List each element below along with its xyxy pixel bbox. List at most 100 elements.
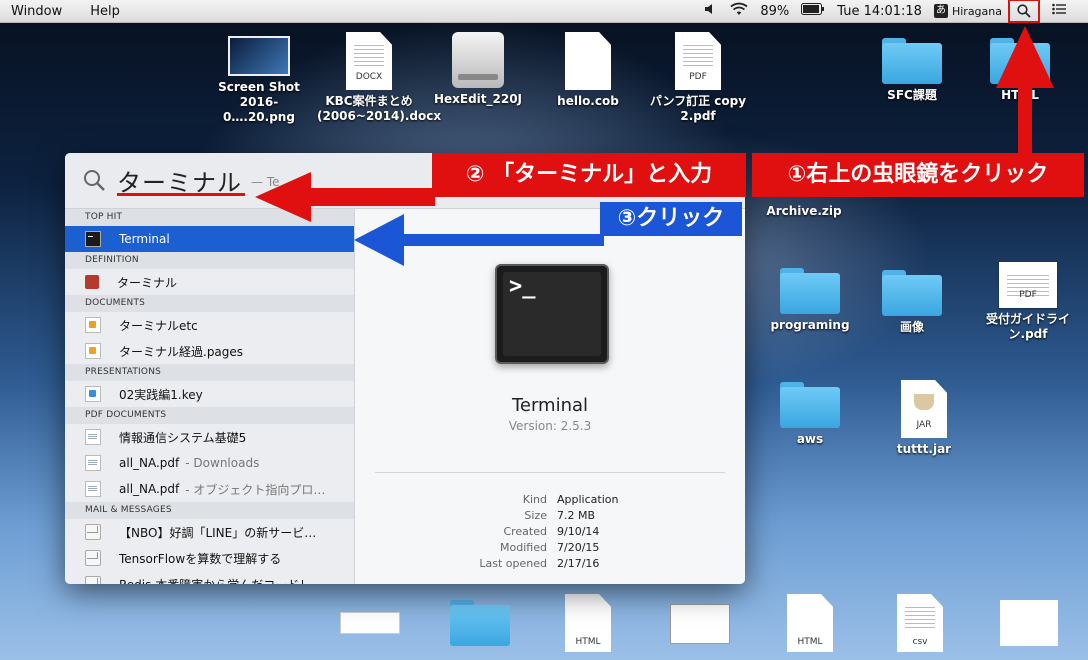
pdf-file-icon [85, 455, 101, 471]
input-badge: あ [933, 4, 948, 18]
desktop-icon-csv-file[interactable]: csv [897, 594, 943, 652]
desktop-icon-folder-bottom[interactable] [450, 600, 510, 646]
notification-center-icon[interactable] [1052, 3, 1066, 19]
mail-icon [85, 576, 101, 584]
meta-row-size: Size 7.2 MB [524, 509, 596, 522]
desktop-icon-programing-folder[interactable]: programing [758, 268, 862, 333]
result-pdf-2[interactable]: all_NA.pdf - Downloads [65, 450, 354, 476]
result-location: - オブジェクト指向プロ… [185, 482, 326, 497]
terminal-prompt: >_ [509, 274, 536, 299]
desktop-icon-guideline-pdf[interactable]: PDF 受付ガイドライン.pdf [976, 262, 1080, 342]
clock[interactable]: Tue 14:01:18 [837, 4, 922, 19]
pdf-file-icon: PDF [999, 262, 1057, 308]
preview-app-name: Terminal [511, 395, 589, 416]
folder-icon [780, 382, 840, 428]
wifi-icon[interactable] [730, 2, 748, 20]
pages-file-icon [85, 343, 101, 359]
meta-row-created: Created 9/10/14 [503, 525, 600, 538]
search-icon [83, 169, 105, 194]
desktop-icon-images-folder[interactable]: 画像 [860, 270, 964, 335]
desktop-icon-label: tuttt.jar [896, 442, 952, 456]
result-mail-3[interactable]: Redis 本番障害から学んだコードレ… [65, 571, 354, 584]
battery-percent[interactable]: 89% [760, 4, 789, 19]
desktop-icon-label: Archive.zip [766, 204, 842, 218]
disk-image-icon [452, 32, 504, 88]
desktop-icon-label: KBC案件まとめ (2006~2014).docx [317, 94, 442, 123]
result-mail-2[interactable]: TensorFlowを算数で理解する [65, 545, 354, 571]
result-doc-1[interactable]: ターミナルetc [65, 312, 354, 338]
image-thumbnail-icon [228, 36, 290, 76]
result-label: ターミナル [117, 275, 178, 290]
text-file-icon [565, 32, 611, 90]
menu-window[interactable]: Window [0, 4, 62, 19]
desktop-icon-label: パンフ訂正 copy 2.pdf [649, 94, 747, 123]
menu-help[interactable]: Help [62, 4, 120, 19]
desktop-icon-hello-cob[interactable]: hello.cob [536, 32, 640, 109]
pdf-file-icon [85, 481, 101, 497]
result-label: 情報通信システム基礎5 [119, 430, 247, 445]
result-label: Terminal [119, 232, 170, 246]
terminal-app-icon: >_ [495, 264, 609, 364]
annotation-step1: ①右上の虫眼鏡をクリック [752, 153, 1084, 197]
result-mail-1[interactable]: 【NBO】好調「LINE」の新サービ… [65, 519, 354, 545]
meta-row-kind: Kind Application [522, 493, 619, 506]
status-area: 89% Tue 14:01:18 あ Hiragana [692, 0, 1088, 23]
pdf-file-icon [85, 429, 101, 445]
annotation-step3: ③クリック [600, 202, 742, 236]
folder-icon [780, 268, 840, 314]
desktop-icon-aws-folder[interactable]: aws [758, 382, 862, 447]
desktop-icon-label: Screen Shot 2016-0….20.png [218, 80, 300, 124]
result-label: 02実践編1.key [119, 387, 203, 402]
desktop-icon-label: aws [796, 432, 824, 446]
folder-icon [882, 270, 942, 316]
arrow-left-blue-annotation [354, 214, 604, 266]
docx-file-icon: DOCX [346, 32, 392, 90]
desktop-icon-archive-zip[interactable]: Archive.zip [752, 204, 856, 219]
result-definition[interactable]: ターミナル [65, 269, 354, 295]
terminal-icon [85, 231, 101, 247]
desktop-icon-label: 画像 [899, 320, 924, 334]
result-label: Redis 本番障害から学んだコードレ… [119, 576, 323, 585]
desktop-icon-html-file-1[interactable]: HTML [565, 594, 611, 652]
keynote-file-icon [85, 386, 101, 402]
spotlight-search-icon[interactable] [1008, 0, 1040, 23]
result-doc-2[interactable]: ターミナル経過.pages [65, 338, 354, 364]
desktop-icon-sfc-folder[interactable]: SFC課題 [860, 38, 964, 103]
result-terminal[interactable]: Terminal [65, 226, 354, 252]
desktop-icon-label: hello.cob [557, 94, 619, 108]
result-label: ターミナルetc [119, 318, 198, 333]
result-presentation-1[interactable]: 02実践編1.key [65, 381, 354, 407]
result-label: 【NBO】好調「LINE」の新サービ… [119, 525, 317, 540]
result-label: all_NA.pdf [119, 456, 180, 470]
volume-icon[interactable] [704, 2, 718, 20]
desktop-icon-tuttt-jar[interactable]: JAR tuttt.jar [872, 380, 976, 457]
desktop-icon-html-file-2[interactable]: HTML [787, 594, 833, 652]
desktop-icon-label: 受付ガイドライン.pdf [985, 312, 1070, 341]
pdf-file-icon: PDF [675, 32, 721, 90]
input-method-label: Hiragana [951, 4, 1002, 18]
battery-icon[interactable] [801, 3, 825, 19]
desktop-icon-sheet-thumb[interactable] [1000, 600, 1058, 646]
desktop-icon-pamphlet-pdf[interactable]: PDF パンフ訂正 copy 2.pdf [646, 32, 750, 124]
query-underline [117, 193, 245, 196]
meta-row-modified: Modified 7/20/15 [500, 541, 600, 554]
result-pdf-3[interactable]: all_NA.pdf - オブジェクト指向プロ… [65, 476, 354, 502]
meta-row-last-opened: Last opened 2/17/16 [479, 557, 600, 570]
preview-divider [375, 472, 725, 473]
menu-bar: Window Help 89% Tue 14:01:18 あ Hiragana [0, 0, 1088, 23]
desktop-icon-hexedit[interactable]: HexEdit_220J [426, 32, 530, 107]
desktop-icon-label: SFC課題 [887, 88, 937, 102]
result-pdf-1[interactable]: 情報通信システム基礎5 [65, 424, 354, 450]
input-method-menu[interactable]: あ Hiragana [933, 4, 1002, 18]
pages-file-icon [85, 317, 101, 333]
desktop-icon-label: HexEdit_220J [433, 92, 523, 106]
desktop-icon-screenshot[interactable]: Screen Shot 2016-0….20.png [207, 36, 311, 125]
preview-version: Version: 2.5.3 [508, 419, 592, 433]
result-label: TensorFlowを算数で理解する [119, 551, 282, 566]
results-list: TOP HIT Terminal DEFINITION ターミナル DOCUME… [65, 209, 355, 584]
desktop-icon-window-thumb[interactable] [670, 604, 730, 644]
desktop-icon-kbc-docx[interactable]: DOCX KBC案件まとめ (2006~2014).docx [317, 32, 442, 124]
desktop-icon-table-thumb[interactable] [340, 612, 400, 634]
section-presentations: PRESENTATIONS [65, 364, 354, 381]
section-mail: MAIL & MESSAGES [65, 502, 354, 519]
